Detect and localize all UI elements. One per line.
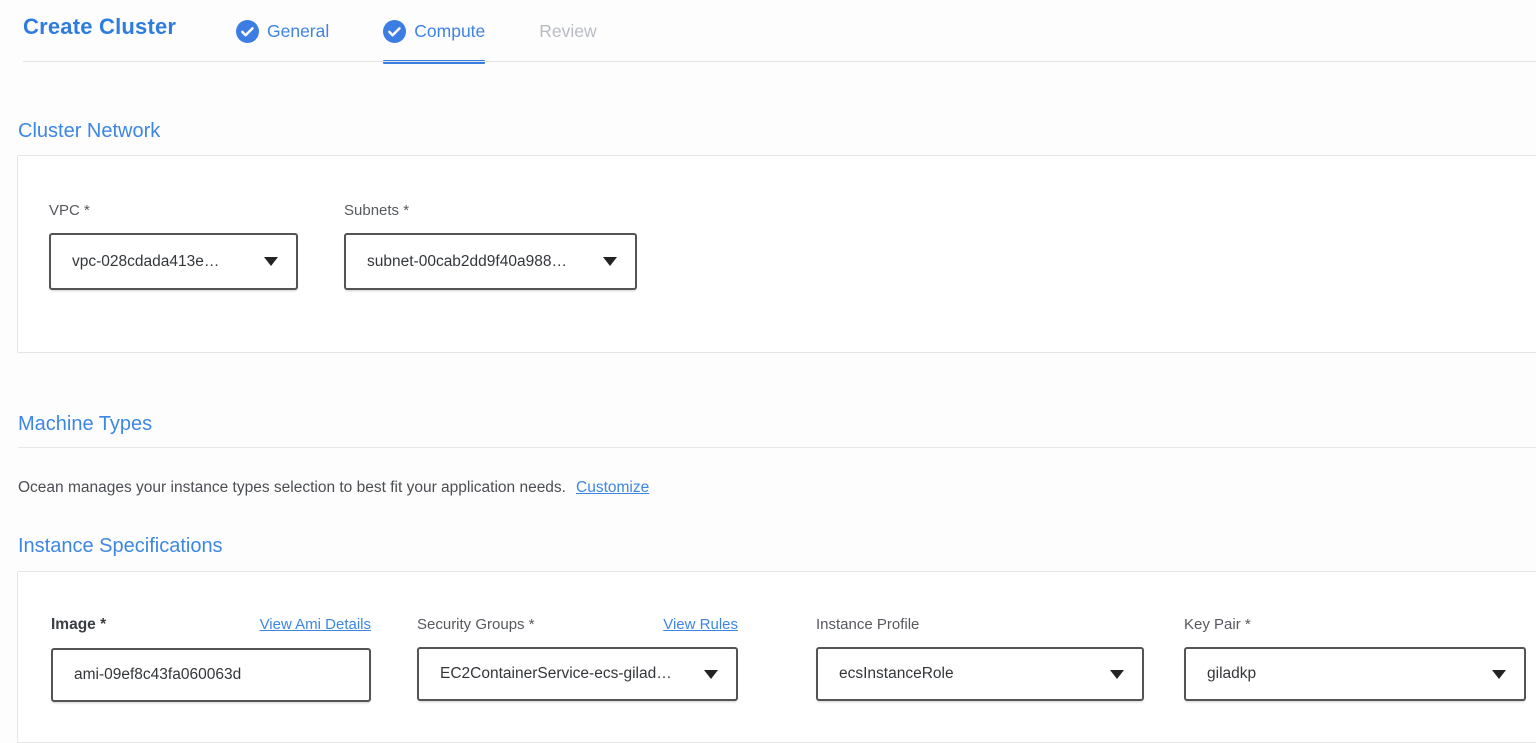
key-pair-label: Key Pair *	[1184, 616, 1251, 633]
view-ami-details-link[interactable]: View Ami Details	[260, 616, 371, 633]
subnets-field: Subnets * subnet-00cab2dd9f40a988…	[344, 202, 637, 290]
key-pair-selected-value: giladkp	[1207, 665, 1256, 683]
instance-profile-selected-value: ecsInstanceRole	[839, 665, 954, 683]
section-heading-instance-specifications: Instance Specifications	[18, 535, 1536, 558]
wizard-header: Create Cluster General Compute Review	[0, 0, 1536, 62]
subnets-select[interactable]: subnet-00cab2dd9f40a988…	[344, 233, 637, 290]
vpc-label: VPC *	[49, 202, 298, 219]
machine-types-divider	[18, 447, 1536, 448]
security-groups-field: Security Groups * View Rules EC2Containe…	[417, 616, 738, 702]
customize-link[interactable]: Customize	[576, 479, 649, 496]
check-circle-icon	[383, 20, 406, 43]
key-pair-field: Key Pair * giladkp	[1184, 616, 1526, 702]
header-divider	[23, 61, 1536, 62]
tab-general-label: General	[267, 21, 329, 42]
instance-profile-field: Instance Profile ecsInstanceRole	[816, 616, 1144, 702]
caret-down-icon	[1110, 670, 1124, 679]
security-groups-label: Security Groups *	[417, 616, 535, 633]
machine-types-description: Ocean manages your instance types select…	[18, 479, 1536, 497]
image-label: Image *	[51, 616, 106, 634]
check-circle-icon	[236, 20, 259, 43]
wizard-tabs: General Compute Review	[236, 14, 597, 48]
section-heading-machine-types: Machine Types	[18, 413, 1536, 436]
page-title: Create Cluster	[23, 14, 236, 40]
instance-profile-select[interactable]: ecsInstanceRole	[816, 647, 1144, 701]
instance-specifications-card: Image * View Ami Details Security Groups…	[17, 571, 1536, 743]
vpc-field: VPC * vpc-028cdada413e…	[49, 202, 298, 290]
subnets-selected-value: subnet-00cab2dd9f40a988…	[367, 253, 567, 271]
caret-down-icon	[1492, 670, 1506, 679]
key-pair-select[interactable]: giladkp	[1184, 647, 1526, 701]
caret-down-icon	[603, 257, 617, 266]
instance-profile-label: Instance Profile	[816, 616, 919, 633]
tab-general[interactable]: General	[236, 14, 329, 48]
tab-review-label: Review	[539, 21, 596, 42]
section-heading-cluster-network: Cluster Network	[18, 120, 1536, 143]
view-rules-link[interactable]: View Rules	[663, 616, 738, 633]
vpc-select[interactable]: vpc-028cdada413e…	[49, 233, 298, 290]
machine-types-description-text: Ocean manages your instance types select…	[18, 479, 566, 496]
security-groups-selected-value: EC2ContainerService-ecs-gilad…	[440, 665, 672, 683]
caret-down-icon	[264, 257, 278, 266]
tab-review[interactable]: Review	[539, 14, 596, 48]
tab-compute[interactable]: Compute	[383, 14, 485, 48]
tab-compute-label: Compute	[414, 21, 485, 42]
caret-down-icon	[704, 670, 718, 679]
security-groups-select[interactable]: EC2ContainerService-ecs-gilad…	[417, 647, 738, 701]
vpc-selected-value: vpc-028cdada413e…	[72, 253, 219, 271]
image-input[interactable]	[51, 648, 371, 702]
cluster-network-card: VPC * vpc-028cdada413e… Subnets * subnet…	[17, 155, 1536, 353]
image-field: Image * View Ami Details	[51, 616, 371, 702]
subnets-label: Subnets *	[344, 202, 637, 219]
